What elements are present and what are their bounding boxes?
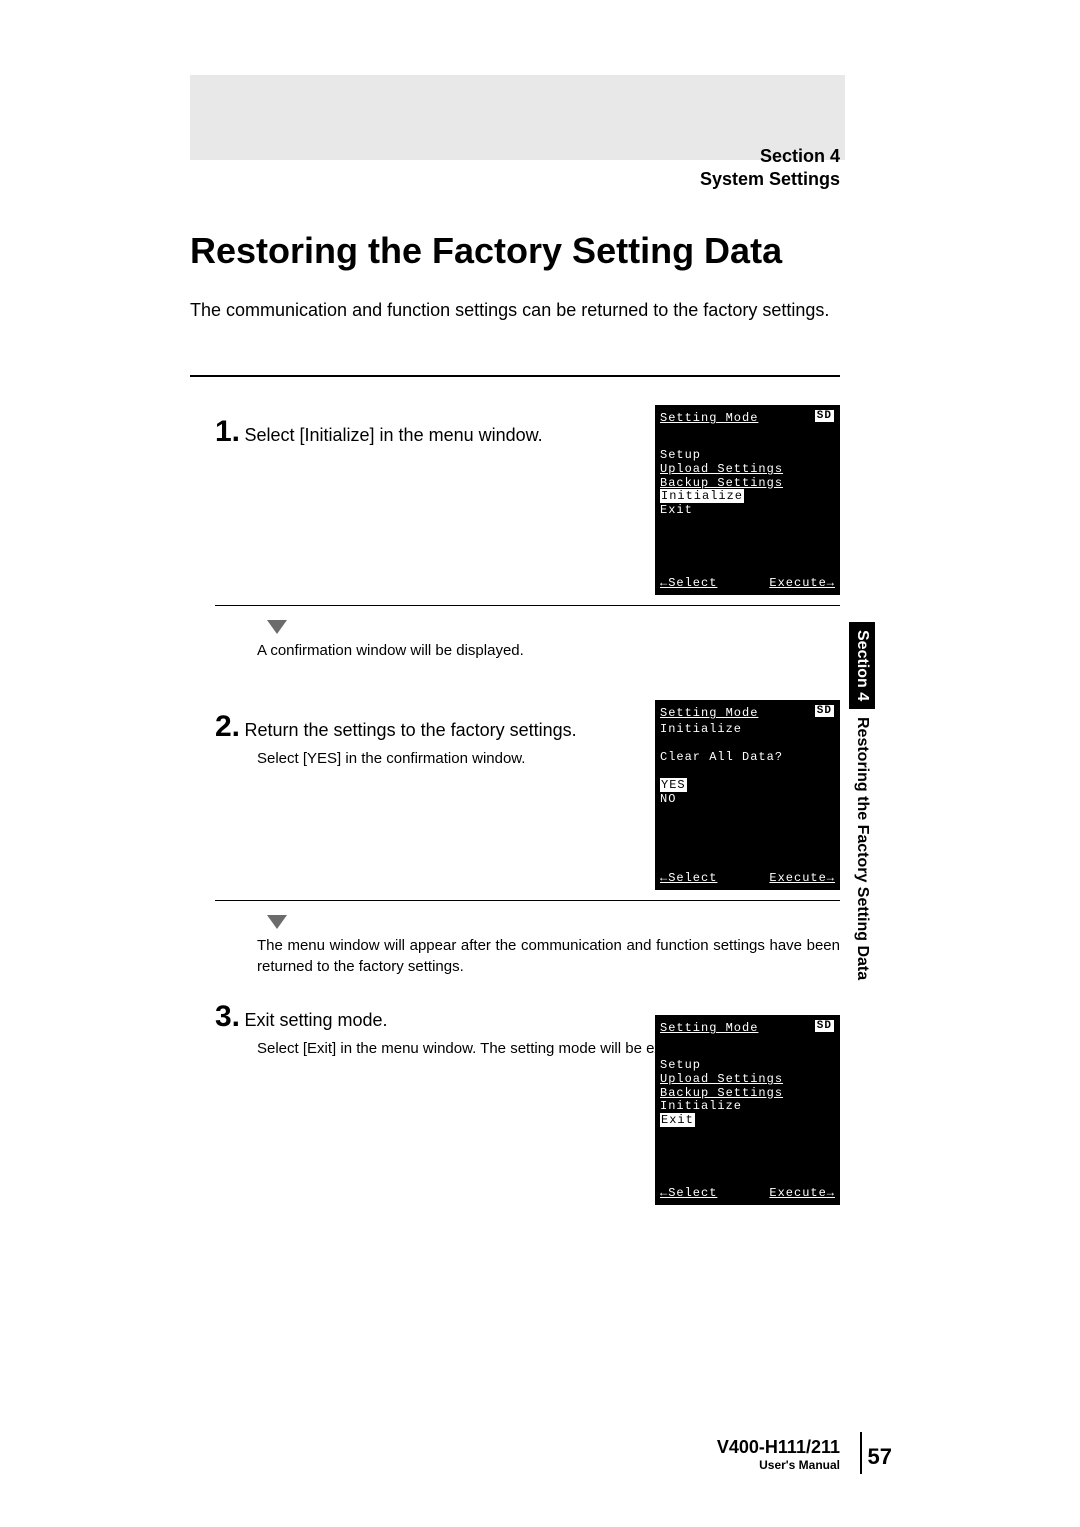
- lcd-item-selected: Exit: [660, 1114, 835, 1128]
- lcd-item: Upload Settings: [660, 463, 835, 477]
- step-title: Exit setting mode.: [244, 1010, 387, 1030]
- step-number: 1.: [215, 415, 240, 449]
- lcd-subtitle: Initialize: [660, 722, 835, 736]
- arrow-block-2: The menu window will appear after the co…: [215, 915, 840, 977]
- lcd-title: Setting Mode: [660, 706, 758, 720]
- lcd-no-option: NO: [660, 792, 835, 806]
- footer-model: V400-H111/211: [717, 1437, 840, 1458]
- arrow-down-icon: [267, 915, 287, 929]
- sd-badge: SD: [815, 410, 834, 422]
- divider-thin: [215, 900, 840, 901]
- section-subtitle: System Settings: [700, 168, 840, 191]
- footer-divider: [860, 1432, 862, 1474]
- page-number: 57: [868, 1444, 892, 1470]
- step-after-text: The menu window will appear after the co…: [257, 935, 840, 977]
- sd-badge: SD: [815, 705, 834, 717]
- intro-paragraph: The communication and function settings …: [190, 300, 829, 321]
- side-tab: Section 4Restoring the Factory Setting D…: [849, 622, 875, 980]
- step-number: 3.: [215, 1000, 240, 1034]
- lcd-footer: ←Select Execute→: [660, 576, 835, 590]
- footer-manual-label: User's Manual: [717, 1458, 840, 1472]
- lcd-title: Setting Mode: [660, 411, 758, 425]
- lcd-select-hint: ←Select: [660, 1186, 717, 1200]
- lcd-footer: ←Select Execute→: [660, 871, 835, 885]
- arrow-block-1: A confirmation window will be displayed.: [215, 620, 524, 661]
- step-title: Return the settings to the factory setti…: [244, 720, 576, 740]
- lcd-prompt: Clear All Data?: [660, 750, 835, 764]
- lcd-menu: Setup Upload Settings Backup Settings In…: [660, 1059, 835, 1128]
- lcd-item: Setup: [660, 449, 835, 463]
- step-after-text: A confirmation window will be displayed.: [257, 640, 524, 661]
- side-tab-section: Section 4: [849, 622, 875, 709]
- arrow-down-icon: [267, 620, 287, 634]
- lcd-screen-1: Setting Mode SD Setup Upload Settings Ba…: [655, 405, 840, 595]
- divider-thin: [215, 605, 840, 606]
- side-tab-title: Restoring the Factory Setting Data: [853, 709, 871, 980]
- lcd-footer: ←Select Execute→: [660, 1186, 835, 1200]
- lcd-select-hint: ←Select: [660, 871, 717, 885]
- header-text: Section 4 System Settings: [700, 145, 840, 192]
- lcd-item: Initialize: [660, 1100, 835, 1114]
- lcd-item: Exit: [660, 504, 835, 518]
- footer: V400-H111/211 User's Manual 57: [717, 1437, 840, 1472]
- section-label: Section 4: [700, 145, 840, 168]
- lcd-yes-option: YES: [660, 778, 835, 792]
- lcd-title: Setting Mode: [660, 1021, 758, 1035]
- lcd-execute-hint: Execute→: [769, 1186, 835, 1200]
- lcd-item: Setup: [660, 1059, 835, 1073]
- page: Section 4 System Settings Restoring the …: [0, 0, 1080, 1527]
- step-number: 2.: [215, 710, 240, 744]
- page-title: Restoring the Factory Setting Data: [190, 230, 782, 272]
- lcd-item-selected: Initialize: [660, 490, 835, 504]
- lcd-item: Backup Settings: [660, 477, 835, 491]
- lcd-menu: Setup Upload Settings Backup Settings In…: [660, 449, 835, 518]
- lcd-execute-hint: Execute→: [769, 871, 835, 885]
- divider: [190, 375, 840, 377]
- lcd-execute-hint: Execute→: [769, 576, 835, 590]
- lcd-item: Upload Settings: [660, 1073, 835, 1087]
- sd-badge: SD: [815, 1020, 834, 1032]
- lcd-screen-2: Setting Mode SD Initialize Clear All Dat…: [655, 700, 840, 890]
- lcd-select-hint: ←Select: [660, 576, 717, 590]
- lcd-screen-3: Setting Mode SD Setup Upload Settings Ba…: [655, 1015, 840, 1205]
- step-title: Select [Initialize] in the menu window.: [244, 425, 542, 445]
- lcd-item: Backup Settings: [660, 1087, 835, 1101]
